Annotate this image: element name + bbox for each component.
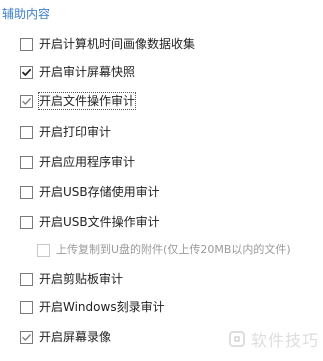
option-label: 上传复制到U盘的附件(仅上传20MB以内的文件) [56,243,291,256]
checkmark-icon [22,68,32,76]
watermark: 软件技巧 [228,327,319,351]
option-usb-file-operation-audit[interactable]: 开启USB文件操作审计 [20,213,160,231]
option-usb-storage-audit[interactable]: 开启USB存储使用审计 [20,183,160,201]
option-label: 开启Windows刻录审计 [39,300,165,314]
option-label: 开启USB文件操作审计 [39,215,160,229]
checkmark-icon [22,97,31,105]
checkbox[interactable] [20,125,33,139]
option-label: 开启审计屏幕快照 [39,65,136,79]
app-logo-icon [228,331,245,347]
checkbox-checked[interactable] [20,65,33,79]
option-print-audit[interactable]: 开启打印审计 [20,123,111,141]
option-label: 开启应用程序审计 [39,155,136,169]
option-label: 开启打印审计 [39,125,112,139]
option-label: 开启USB存储使用审计 [39,185,160,199]
option-time-portrait-collection[interactable]: 开启计算机时间画像数据收集 [20,35,195,53]
option-screen-snapshot-audit[interactable]: 开启审计屏幕快照 [20,63,135,81]
watermark-text: 软件技巧 [250,331,319,350]
option-upload-usb-attachments: 上传复制到U盘的附件(仅上传20MB以内的文件) [37,241,291,259]
option-windows-burn-audit[interactable]: 开启Windows刻录审计 [20,298,165,316]
option-label: 开启计算机时间画像数据收集 [39,37,196,51]
checkbox[interactable] [20,155,33,169]
option-label: 开启剪贴板审计 [39,272,124,286]
checkbox[interactable] [20,37,33,51]
checkbox[interactable] [20,300,33,314]
checkbox-checked[interactable] [20,330,33,344]
checkbox[interactable] [20,272,33,286]
option-label: 开启屏幕录像 [39,330,112,344]
section-title: 辅助内容 [2,7,51,21]
option-clipboard-audit[interactable]: 开启剪贴板审计 [20,270,123,288]
checkbox[interactable] [20,185,33,199]
option-file-operation-audit[interactable]: 开启文件操作审计 [20,92,137,110]
checkmark-icon [22,333,31,341]
option-label: 开启文件操作审计 [37,92,137,110]
option-screen-recording[interactable]: 开启屏幕录像 [20,328,111,346]
checkbox[interactable] [20,215,33,229]
checkbox-checked[interactable] [20,94,33,108]
option-application-audit[interactable]: 开启应用程序审计 [20,153,135,171]
checkbox [37,243,50,257]
